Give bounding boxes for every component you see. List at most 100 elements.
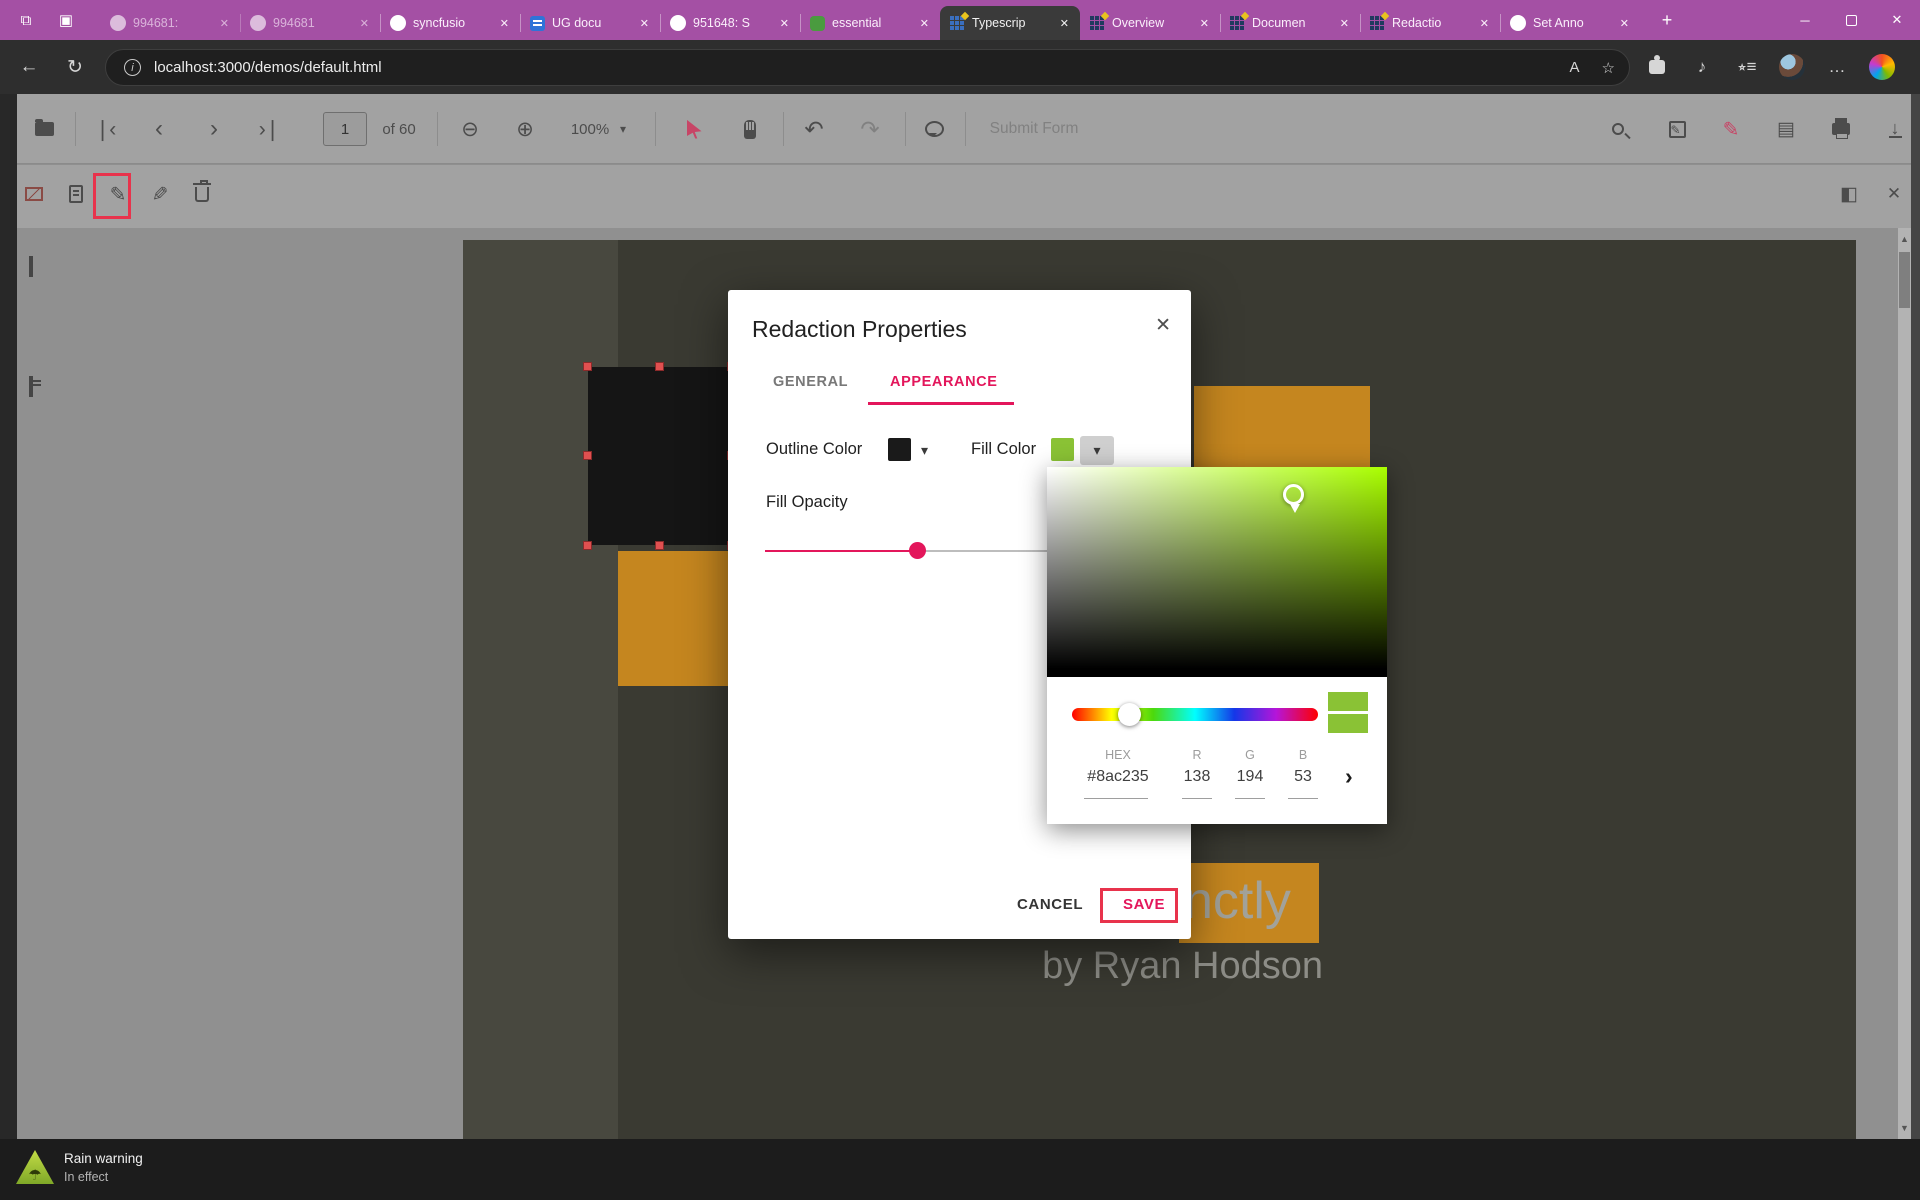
saturation-value-area[interactable] xyxy=(1047,467,1387,677)
cancel-button[interactable]: CANCEL xyxy=(1017,896,1083,913)
next-page-icon[interactable]: › xyxy=(197,112,231,146)
extensions-puzzle-icon[interactable] xyxy=(1643,53,1671,81)
media-controls-icon[interactable]: ♪ xyxy=(1688,53,1716,81)
window-minimize-button[interactable]: ─ xyxy=(1782,0,1828,40)
vertical-scrollbar[interactable]: ▲ ▼ xyxy=(1898,228,1911,1139)
redact-page-icon[interactable] xyxy=(59,177,93,211)
tab-close-icon[interactable]: ✕ xyxy=(217,15,232,32)
download-icon[interactable]: ↓ xyxy=(1878,112,1912,146)
browser-tab[interactable]: Overview ✕ xyxy=(1080,6,1220,40)
workspaces-icon[interactable]: ⧉ xyxy=(14,8,38,32)
address-input[interactable]: i localhost:3000/demos/default.html A ☆ xyxy=(105,49,1630,86)
browser-tab[interactable]: essential ✕ xyxy=(800,6,940,40)
tab-general[interactable]: GENERAL xyxy=(773,374,848,390)
page-number-input[interactable]: 1 xyxy=(323,112,367,146)
tab-close-icon[interactable]: ✕ xyxy=(357,15,372,32)
format-switch-icon[interactable]: › xyxy=(1345,763,1353,790)
redo-icon[interactable]: ↷ xyxy=(853,112,887,146)
open-file-icon[interactable] xyxy=(27,112,61,146)
fill-color-swatch[interactable] xyxy=(1051,438,1074,461)
dialog-close-icon[interactable]: ✕ xyxy=(1155,314,1171,337)
comment-icon[interactable] xyxy=(917,112,951,146)
tab-close-icon[interactable]: ✕ xyxy=(637,15,652,32)
redact-region-icon[interactable] xyxy=(17,177,51,211)
browser-tab[interactable]: 994681: ✕ xyxy=(100,6,240,40)
back-icon[interactable]: ← xyxy=(16,54,42,80)
last-page-icon[interactable]: ›❘ xyxy=(252,112,286,146)
window-close-button[interactable]: ✕ xyxy=(1874,0,1920,40)
browser-tab-active[interactable]: Typescrip ✕ xyxy=(940,6,1080,40)
tab-appearance[interactable]: APPEARANCE xyxy=(890,374,998,390)
resize-handle[interactable] xyxy=(583,541,592,550)
resize-handle[interactable] xyxy=(655,541,664,550)
tab-actions-icon[interactable]: ▣ xyxy=(54,8,78,32)
copilot-icon[interactable] xyxy=(1868,53,1896,81)
hex-input[interactable]: #8ac235 xyxy=(1083,768,1153,786)
browser-tab[interactable]: syncfusio ✕ xyxy=(380,6,520,40)
tab-close-icon[interactable]: ✕ xyxy=(1337,15,1352,32)
tab-close-icon[interactable]: ✕ xyxy=(1197,15,1212,32)
tab-close-icon[interactable]: ✕ xyxy=(777,15,792,32)
site-info-icon[interactable]: i xyxy=(124,59,141,76)
scrollbar-thumb[interactable] xyxy=(1899,252,1910,308)
new-tab-button[interactable]: + xyxy=(1654,8,1680,32)
organize-pages-icon[interactable] xyxy=(29,378,33,396)
browser-tab[interactable]: 951648: S ✕ xyxy=(660,6,800,40)
thumbnails-panel-icon[interactable] xyxy=(29,258,33,276)
zoom-level-value[interactable]: 100% xyxy=(565,112,615,146)
weather-icon[interactable]: ☂ xyxy=(16,1150,54,1184)
tab-close-icon[interactable]: ✕ xyxy=(497,15,512,32)
edit-annotation-icon[interactable]: ✎ xyxy=(143,177,177,211)
text-select-tool-icon[interactable] xyxy=(677,112,711,146)
submit-form-button[interactable]: Submit Form xyxy=(979,112,1089,146)
panel-toggle-icon[interactable]: ◧ xyxy=(1832,177,1866,211)
profile-avatar[interactable] xyxy=(1778,53,1806,81)
b-input[interactable]: 53 xyxy=(1268,768,1338,786)
tab-close-icon[interactable]: ✕ xyxy=(1617,15,1632,32)
weather-title[interactable]: Rain warning xyxy=(64,1151,143,1166)
search-icon[interactable] xyxy=(1601,112,1635,146)
refresh-icon[interactable]: ↻ xyxy=(62,54,88,80)
fill-opacity-slider-handle[interactable] xyxy=(909,542,926,559)
pan-tool-icon[interactable] xyxy=(733,112,767,146)
ink-tool-icon[interactable]: ✎ xyxy=(1714,112,1748,146)
tab-close-icon[interactable]: ✕ xyxy=(1477,15,1492,32)
zoom-dropdown-icon[interactable]: ▾ xyxy=(613,112,633,146)
undo-icon[interactable]: ↶ xyxy=(797,112,831,146)
previous-page-icon[interactable]: ‹ xyxy=(142,112,176,146)
settings-more-icon[interactable]: … xyxy=(1823,53,1851,81)
weather-subtitle[interactable]: In effect xyxy=(64,1170,108,1184)
collections-icon[interactable]: ⭒≡ xyxy=(1733,53,1761,81)
resize-handle[interactable] xyxy=(583,451,592,460)
resize-handle[interactable] xyxy=(583,362,592,371)
syncfusion-icon xyxy=(950,16,965,31)
browser-tab[interactable]: 994681 ✕ xyxy=(240,6,380,40)
fill-color-dropdown-icon[interactable]: ▾ xyxy=(1080,436,1114,465)
scroll-down-icon[interactable]: ▼ xyxy=(1898,1123,1911,1133)
browser-tab[interactable]: Redactio ✕ xyxy=(1360,6,1500,40)
hue-slider[interactable] xyxy=(1072,708,1318,721)
browser-tab[interactable]: Documen ✕ xyxy=(1220,6,1360,40)
form-designer-icon[interactable]: ▤ xyxy=(1769,112,1803,146)
tab-close-icon[interactable]: ✕ xyxy=(917,15,932,32)
resize-handle[interactable] xyxy=(655,362,664,371)
browser-tab[interactable]: UG docu ✕ xyxy=(520,6,660,40)
scroll-up-icon[interactable]: ▲ xyxy=(1898,234,1911,244)
annotation-edit-icon[interactable]: ✎ xyxy=(1660,112,1694,146)
window-restore-button[interactable] xyxy=(1828,0,1874,40)
favorite-star-icon[interactable]: ☆ xyxy=(1602,59,1615,77)
zoom-out-icon[interactable]: ⊖ xyxy=(453,112,487,146)
color-picker-pin[interactable] xyxy=(1283,484,1304,505)
hue-slider-handle[interactable] xyxy=(1118,703,1141,726)
tab-close-icon[interactable]: ✕ xyxy=(1057,15,1072,32)
first-page-icon[interactable]: ❘‹ xyxy=(87,112,121,146)
delete-annotation-icon[interactable] xyxy=(185,177,219,211)
print-icon[interactable] xyxy=(1824,112,1858,146)
outline-color-swatch[interactable] xyxy=(888,438,911,461)
close-toolbar-icon[interactable]: ✕ xyxy=(1877,177,1911,211)
redaction-annotation[interactable] xyxy=(588,367,731,545)
read-aloud-icon[interactable]: A xyxy=(1570,59,1580,76)
zoom-in-icon[interactable]: ⊕ xyxy=(508,112,542,146)
browser-tab[interactable]: Set Anno ✕ xyxy=(1500,6,1640,40)
outline-color-dropdown-icon[interactable]: ▾ xyxy=(921,442,928,459)
